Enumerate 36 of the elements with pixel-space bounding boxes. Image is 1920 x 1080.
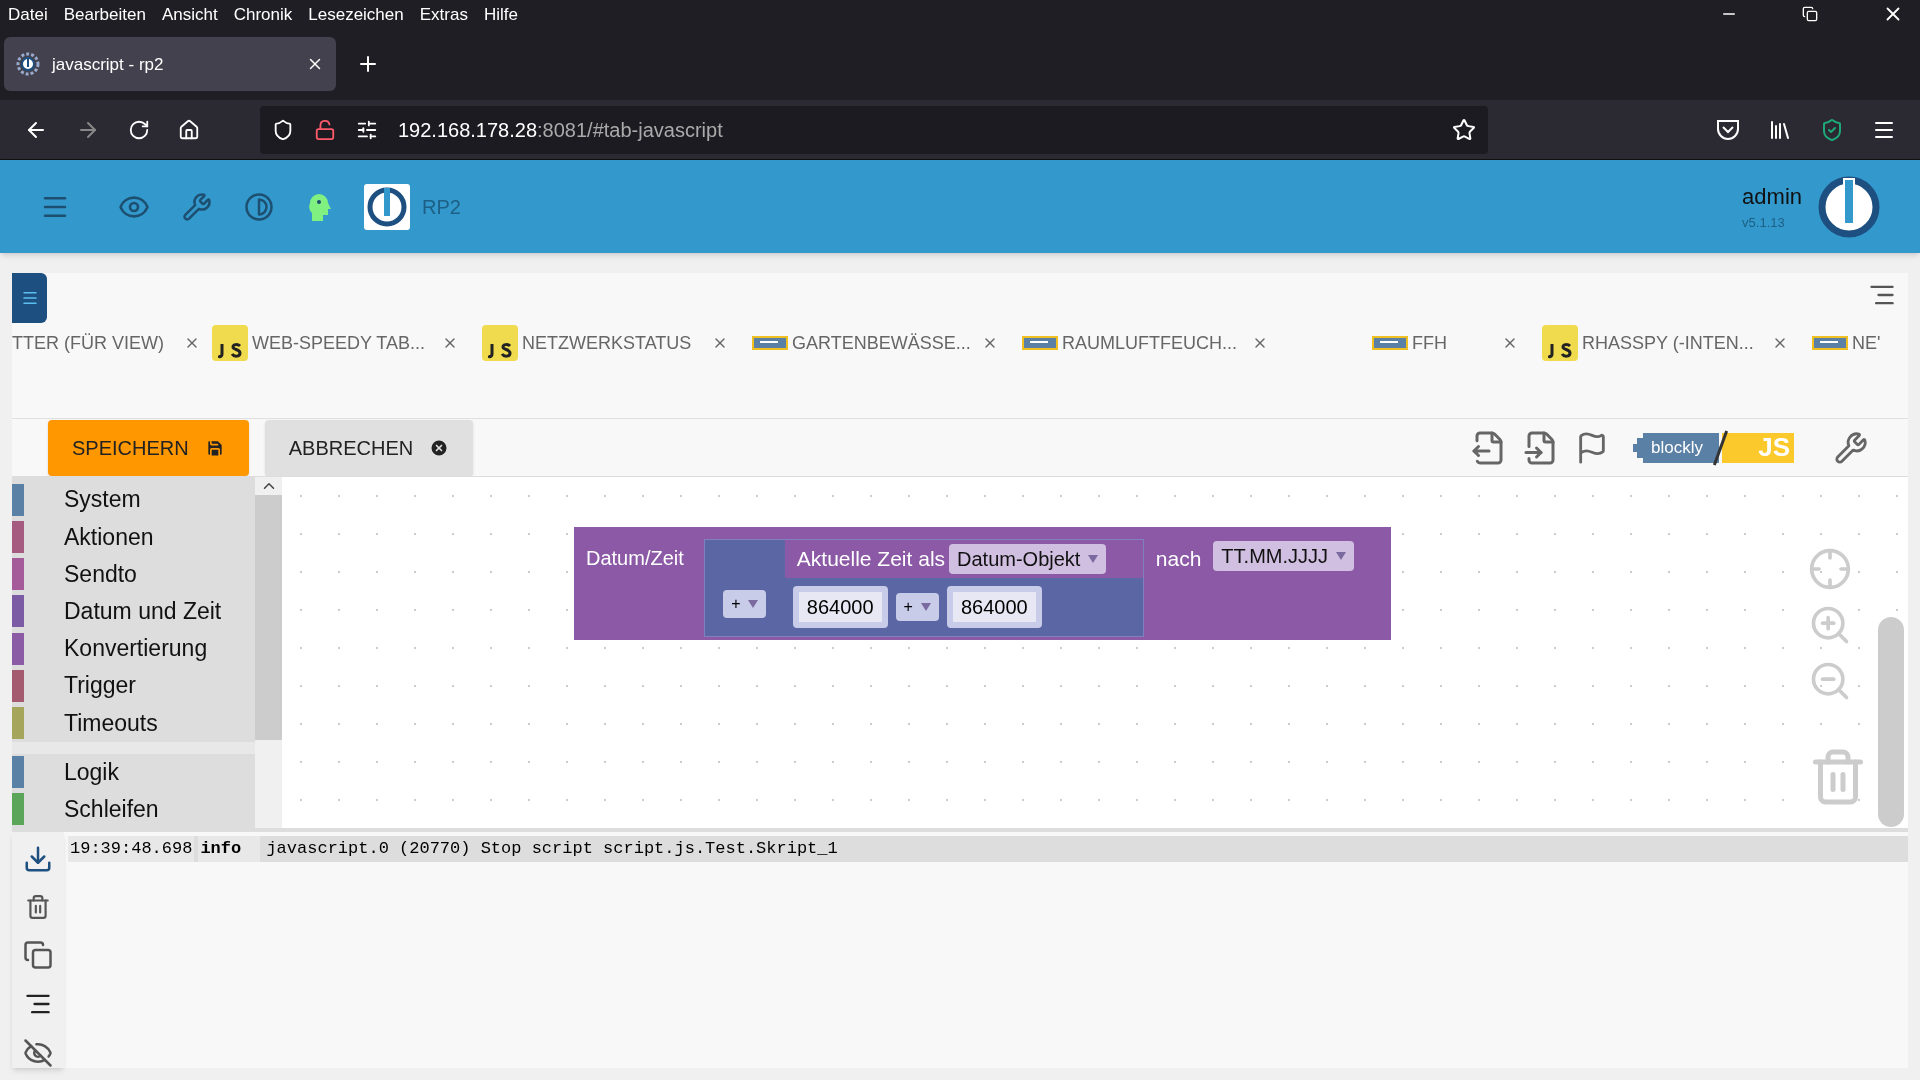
format-dropdown[interactable]: TT.MM.JJJJ (1213, 541, 1354, 571)
script-tab[interactable]: NETZWERKSTATUS (482, 323, 752, 363)
mode-toggle[interactable]: blockly JS (1625, 425, 1802, 470)
cancel-button[interactable]: ABBRECHEN (264, 419, 474, 476)
script-tab[interactable]: TTER (FÜR VIEW) (12, 323, 212, 363)
user-name: admin (1742, 183, 1802, 212)
url-text: 192.168.178.28:8081/#tab-javascript (398, 117, 724, 143)
menu-item[interactable]: Chronik (233, 1, 293, 28)
instance-name: RP2 (422, 194, 461, 220)
browser-tab[interactable]: javascript - rp2 (4, 37, 336, 92)
menu-item[interactable]: Extras (419, 1, 468, 28)
number-field[interactable]: 864000 (946, 586, 1042, 628)
script-tab[interactable]: RAUMLUFTFEUCH... (1022, 323, 1292, 363)
number-field[interactable]: 864000 (792, 586, 888, 628)
operator-dropdown[interactable]: + (895, 593, 939, 621)
address-bar[interactable]: 192.168.178.28:8081/#tab-javascript (260, 105, 1488, 154)
format-dropdown[interactable]: Datum-Objekt (949, 544, 1107, 574)
log-message: javascript.0 (20770) Stop script script.js.Test.Skript_1 (265, 838, 839, 860)
save-button[interactable]: SPEICHERN (48, 419, 249, 476)
script-tab[interactable]: RHASSPY (-INTEN... (1542, 323, 1812, 363)
menu-item[interactable]: Ansicht (161, 1, 218, 28)
operator-dropdown[interactable]: + (723, 590, 767, 618)
tab-title: javascript - rp2 (52, 53, 165, 76)
script-tab[interactable]: WEB-SPEEDY TAB... (212, 323, 482, 363)
date-time-block[interactable]: Datum/Zeit + Aktuelle Zeit als Datum-Objekt 864000 + 864000 nach TT.MM.JJJJ (574, 527, 1391, 640)
script-tab[interactable]: GARTENBEWÄSSE... (752, 323, 1022, 363)
menu-item[interactable]: Lesezeichen (308, 1, 404, 28)
menu-item[interactable]: Datei (8, 1, 48, 28)
menu-item[interactable]: Hilfe (483, 1, 518, 28)
log-level: info (198, 836, 261, 862)
script-tab[interactable]: FFH (1292, 323, 1542, 363)
menu-item[interactable]: Bearbeiten (63, 1, 146, 28)
version-text: v5.1.13 (1742, 214, 1785, 233)
log-time: 19:39:48.698 (68, 836, 195, 862)
category-item[interactable]: Logik (12, 741, 255, 791)
script-tab[interactable]: NE' (1812, 323, 1908, 363)
